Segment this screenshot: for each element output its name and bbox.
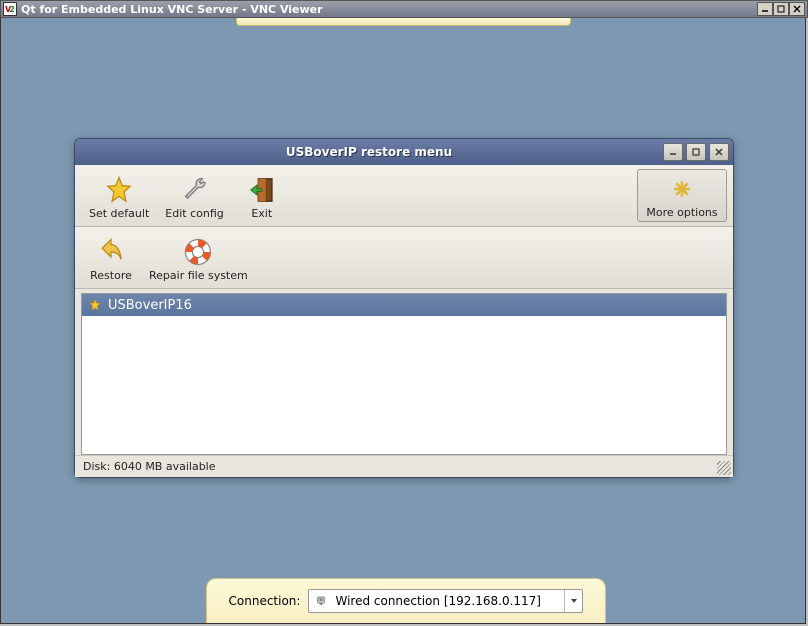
edit-config-label: Edit config	[165, 207, 223, 220]
desktop-area: USBoverIP restore menu Set default	[0, 18, 806, 624]
repair-fs-button[interactable]: Repair file system	[141, 231, 256, 284]
lifebuoy-icon	[183, 235, 213, 269]
resize-grip[interactable]	[717, 461, 731, 475]
vnc-titlebar: Qt for Embedded Linux VNC Server - VNC V…	[0, 0, 808, 18]
exit-icon	[247, 173, 277, 207]
list-item[interactable]: USBoverIP16	[82, 294, 726, 316]
vnc-window-title: Qt for Embedded Linux VNC Server - VNC V…	[21, 3, 757, 16]
window-close-button[interactable]	[709, 143, 729, 161]
exit-label: Exit	[251, 207, 272, 220]
maximize-button[interactable]	[773, 2, 789, 16]
disk-status-text: Disk: 6040 MB available	[83, 460, 216, 473]
connection-label: Connection:	[229, 594, 301, 608]
set-default-button[interactable]: Set default	[81, 169, 157, 222]
vnc-window-controls	[757, 2, 805, 16]
star-small-icon	[88, 298, 102, 312]
list-item-label: USBoverIP16	[108, 298, 192, 313]
asterisk-icon	[670, 172, 694, 206]
ethernet-plug-icon	[313, 593, 329, 609]
connection-dropdown[interactable]: Wired connection [192.168.0.117]	[308, 589, 583, 613]
window-titlebar[interactable]: USBoverIP restore menu	[75, 139, 733, 165]
close-button[interactable]	[789, 2, 805, 16]
edit-config-button[interactable]: Edit config	[157, 169, 231, 222]
repair-fs-label: Repair file system	[149, 269, 248, 282]
dropdown-arrow-icon[interactable]	[564, 590, 582, 612]
connection-panel: Connection: Wired connection [192.168.0.…	[206, 578, 606, 623]
more-options-label: More options	[646, 206, 717, 219]
wrench-icon	[180, 173, 210, 207]
status-bar: Disk: 6040 MB available	[75, 455, 733, 477]
toolbar-primary: Set default Edit config Exit	[75, 165, 733, 227]
vnc-logo-icon	[3, 2, 17, 16]
exit-button[interactable]: Exit	[232, 169, 292, 222]
restore-list[interactable]: USBoverIP16	[81, 293, 727, 455]
window-maximize-button[interactable]	[686, 143, 706, 161]
minimize-button[interactable]	[757, 2, 773, 16]
restore-button[interactable]: Restore	[81, 231, 141, 284]
star-icon	[104, 173, 134, 207]
window-controls	[663, 143, 729, 161]
restore-menu-window: USBoverIP restore menu Set default	[74, 138, 734, 478]
connection-selected-text: Wired connection [192.168.0.117]	[335, 594, 541, 608]
window-minimize-button[interactable]	[663, 143, 683, 161]
top-panel-stub	[236, 18, 571, 26]
restore-label: Restore	[90, 269, 132, 282]
toolbar-secondary: Restore Repair file system	[75, 227, 733, 289]
toolbar-spacer	[292, 169, 633, 222]
window-title: USBoverIP restore menu	[75, 145, 663, 159]
undo-arrow-icon	[96, 235, 126, 269]
set-default-label: Set default	[89, 207, 149, 220]
more-options-button[interactable]: More options	[637, 169, 727, 222]
